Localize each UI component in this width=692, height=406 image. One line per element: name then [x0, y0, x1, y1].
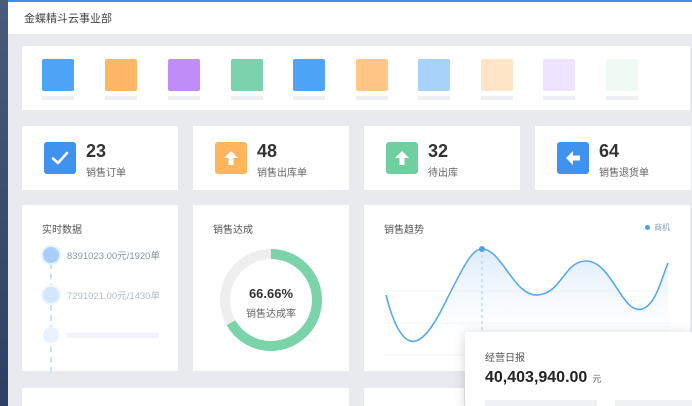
- shortcut-item[interactable]: [105, 59, 137, 100]
- stat-value: 48: [257, 141, 278, 161]
- shortcut-label-placeholder: [606, 96, 638, 100]
- realtime-item: 8391023.00元/1920单: [43, 247, 160, 263]
- stat-label: 销售出库单: [257, 168, 307, 179]
- daily-report-unit: 元: [592, 374, 602, 384]
- timeline-dot: [43, 327, 59, 343]
- shortcut-item[interactable]: [418, 59, 450, 100]
- shortcut-item[interactable]: [481, 59, 513, 100]
- shortcut-item[interactable]: [293, 59, 325, 100]
- shortcut-label-placeholder: [543, 96, 575, 100]
- shortcut-icon: [231, 59, 263, 91]
- shortcut-item[interactable]: [42, 59, 74, 100]
- arrow-left-icon: [557, 142, 589, 174]
- daily-report-title: 经营日报: [485, 353, 525, 364]
- shortcut-panel: [22, 46, 690, 110]
- realtime-item-text: 7291021.00元/1430单: [67, 291, 160, 302]
- stat-card-sales-return[interactable]: 64 销售退货单: [535, 126, 691, 190]
- stat-value: 23: [86, 141, 107, 161]
- realtime-panel: 实时数据 8391023.00元/1920单 7291021.00元/1430单: [22, 205, 178, 373]
- shortcut-item[interactable]: [356, 59, 388, 100]
- shortcut-label-placeholder: [293, 96, 325, 100]
- sales-target-panel: 销售达成 66.66% 销售达成率: [193, 205, 349, 371]
- shortcut-icon: [168, 59, 200, 91]
- realtime-item: 7291021.00元/1430单: [43, 287, 160, 303]
- shortcut-item[interactable]: [231, 59, 263, 100]
- shortcut-label-placeholder: [231, 96, 263, 100]
- timeline-line: [50, 263, 52, 373]
- shortcut-item[interactable]: [606, 59, 638, 100]
- timeline-dot: [43, 287, 59, 303]
- shortcut-icon: [481, 59, 513, 91]
- realtime-item-text: 8391023.00元/1920单: [67, 251, 160, 262]
- stat-value: 32: [428, 141, 449, 161]
- stat-label: 销售订单: [86, 168, 126, 179]
- daily-report-amount: 40,403,940.00: [485, 369, 588, 386]
- stat-label: 待出库: [428, 168, 458, 179]
- shortcut-icon: [356, 59, 388, 91]
- faded-item-placeholder: [67, 332, 159, 338]
- donut-percent: 66.66%: [248, 286, 294, 301]
- shortcut-icon: [418, 59, 450, 91]
- stat-card-sales-order[interactable]: 23 销售订单: [22, 126, 178, 190]
- shortcut-item[interactable]: [168, 59, 200, 100]
- shortcut-icon: [543, 59, 575, 91]
- stat-label: 销售退货单: [599, 168, 649, 179]
- shortcut-label-placeholder: [168, 96, 200, 100]
- donut-label: 销售达成率: [246, 309, 296, 320]
- panel-title: 实时数据: [42, 225, 82, 236]
- stat-card-sales-outbound[interactable]: 48 销售出库单: [193, 126, 349, 190]
- org-title: 金蝶精斗云事业部: [24, 13, 112, 25]
- shortcut-icon: [105, 59, 137, 91]
- shortcut-label-placeholder: [481, 96, 513, 100]
- check-icon: [44, 142, 76, 174]
- top-header: 金蝶精斗云事业部: [8, 0, 692, 34]
- shortcut-icon: [606, 59, 638, 91]
- daily-report-placeholder: [615, 400, 692, 406]
- daily-report-value: 40,403,940.00 元: [485, 369, 601, 387]
- timeline-dot: [43, 247, 59, 263]
- realtime-item-faded: [43, 327, 159, 343]
- shortcut-icon: [293, 59, 325, 91]
- stat-value: 64: [599, 141, 620, 161]
- shortcut-label-placeholder: [105, 96, 137, 100]
- shortcut-item[interactable]: [543, 59, 575, 100]
- shortcut-icon: [42, 59, 74, 91]
- shortcut-label-placeholder: [356, 96, 388, 100]
- arrow-up-icon: [386, 142, 418, 174]
- daily-report-placeholder: [485, 400, 597, 406]
- bottom-panel-left: [22, 388, 349, 406]
- shortcut-label-placeholder: [418, 96, 450, 100]
- stat-card-pending-outbound[interactable]: 32 待出库: [364, 126, 520, 190]
- bottom-panel-right: [364, 388, 464, 406]
- daily-report-card[interactable]: 经营日报 40,403,940.00 元: [465, 332, 692, 406]
- app-sidebar-edge: [0, 0, 8, 406]
- panel-title: 销售达成: [213, 225, 253, 236]
- arrow-up-icon: [215, 142, 247, 174]
- hover-point[interactable]: [479, 246, 485, 252]
- shortcut-label-placeholder: [42, 96, 74, 100]
